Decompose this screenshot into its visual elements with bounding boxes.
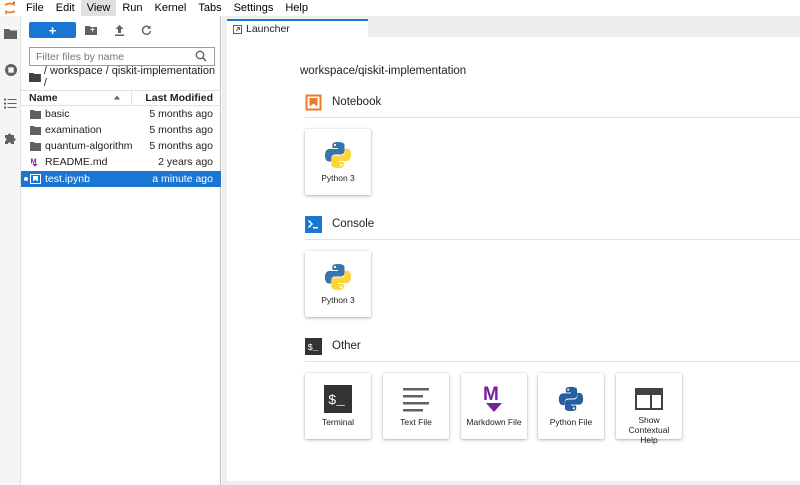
section-divider [305, 361, 800, 362]
upload-icon[interactable] [111, 22, 127, 38]
file-row[interactable]: basic 5 months ago [21, 106, 221, 122]
launcher-cwd: workspace/qiskit-implementation [300, 65, 467, 77]
menu-kernel[interactable]: Kernel [149, 0, 193, 16]
file-browser-toolbar: + [21, 16, 221, 44]
card-label: Terminal [321, 417, 355, 427]
menu-run[interactable]: Run [116, 0, 148, 16]
file-row[interactable]: M README.md 2 years ago [21, 154, 221, 170]
terminal-icon: $_ [305, 337, 322, 355]
card-label: Markdown File [466, 417, 522, 427]
section-divider [305, 239, 800, 240]
file-modified: 5 months ago [149, 108, 213, 120]
menu-edit[interactable]: Edit [50, 0, 81, 16]
menu-settings[interactable]: Settings [228, 0, 280, 16]
main-dock-area: Launcher workspace/qiskit-implementation… [222, 16, 800, 485]
breadcrumb-path[interactable]: / workspace / qiskit-implementation / [44, 65, 220, 89]
menubar: File Edit View Run Kernel Tabs Settings … [0, 0, 800, 16]
breadcrumb: / workspace / qiskit-implementation / [29, 65, 220, 89]
status-strip [222, 481, 800, 485]
file-name: README.md [45, 156, 108, 168]
console-python3-card[interactable]: Python 3 [305, 251, 371, 317]
file-name: test.ipynb [45, 173, 90, 185]
section-divider [305, 117, 800, 118]
menu-tabs[interactable]: Tabs [192, 0, 227, 16]
python-file-card[interactable]: Python File [538, 373, 604, 439]
folder-icon [30, 110, 41, 119]
plus-icon: + [48, 22, 57, 38]
file-name: quantum-algorithm [45, 140, 133, 152]
python-logo-icon [320, 259, 356, 295]
refresh-icon[interactable] [138, 22, 154, 38]
new-launcher-button[interactable]: + [29, 22, 76, 38]
menu-help[interactable]: Help [279, 0, 314, 16]
name-column-header[interactable]: Name [29, 92, 58, 104]
jupyterlab-window: File Edit View Run Kernel Tabs Settings … [0, 0, 800, 485]
column-divider[interactable] [131, 91, 132, 105]
section-title: Console [332, 218, 375, 230]
file-row-selected[interactable]: test.ipynb a minute ago [21, 171, 221, 187]
file-modified: 2 years ago [158, 156, 213, 168]
filter-files-input[interactable] [30, 48, 190, 65]
card-label: Show Contextual Help [628, 415, 670, 445]
launcher-panel: workspace/qiskit-implementation Notebook [227, 37, 800, 481]
toc-icon[interactable] [2, 95, 19, 112]
file-name: examination [45, 124, 102, 136]
terminal-icon: $_ [320, 381, 356, 417]
file-modified: a minute ago [152, 173, 213, 185]
text-file-card[interactable]: Text File [383, 373, 449, 439]
section-title: Other [332, 340, 361, 352]
menu-file[interactable]: File [20, 0, 50, 16]
section-other: $_ Other [305, 337, 361, 355]
jupyter-logo-icon [0, 0, 20, 16]
svg-text:$_: $_ [328, 393, 345, 409]
file-modified: 5 months ago [149, 124, 213, 136]
terminal-card[interactable]: $_ Terminal [305, 373, 371, 439]
card-label: Python 3 [321, 173, 355, 183]
section-title: Notebook [332, 96, 382, 108]
last-modified-column-header[interactable]: Last Modified [145, 92, 213, 104]
launcher-icon [233, 24, 242, 34]
markdown-icon: M [31, 157, 38, 167]
notebook-python3-card[interactable]: Python 3 [305, 129, 371, 195]
folder-icon[interactable] [2, 25, 19, 42]
tab-bar: Launcher [222, 16, 800, 37]
markdown-file-card[interactable]: M Markdown File [461, 373, 527, 439]
file-list-header: Name Last Modified [21, 90, 221, 106]
tab-launcher[interactable]: Launcher [227, 19, 368, 37]
file-row[interactable]: quantum-algorithm 5 months ago [21, 138, 221, 154]
activity-bar [0, 16, 21, 485]
card-label: Text File [400, 417, 432, 427]
folder-icon [30, 126, 41, 135]
card-label: Python File [549, 417, 593, 427]
extension-icon[interactable] [2, 130, 19, 147]
running-icon[interactable] [2, 61, 19, 78]
file-name: basic [45, 108, 70, 120]
file-row[interactable]: examination 5 months ago [21, 122, 221, 138]
section-console: Console [305, 215, 374, 233]
console-icon [305, 215, 322, 233]
file-modified: 5 months ago [149, 140, 213, 152]
folder-icon [30, 142, 41, 151]
tab-label: Launcher [246, 23, 290, 35]
contextual-help-icon [631, 381, 667, 417]
menu-view[interactable]: View [80, 0, 117, 16]
folder-icon[interactable] [29, 72, 41, 82]
python-logo-icon [553, 381, 589, 417]
running-indicator-icon [24, 177, 28, 181]
sort-ascending-icon[interactable] [113, 94, 121, 102]
svg-text:M: M [483, 384, 499, 405]
svg-text:$_: $_ [308, 343, 319, 353]
contextual-help-card[interactable]: Show Contextual Help [616, 373, 682, 445]
notebook-icon [30, 174, 41, 184]
filter-files-box [29, 47, 215, 66]
new-folder-icon[interactable] [83, 22, 99, 38]
text-file-icon [398, 381, 434, 417]
file-browser-panel: + / workspace / qiskit-implementation / … [21, 16, 221, 485]
search-icon [195, 50, 208, 63]
markdown-icon: M [476, 381, 512, 417]
notebook-icon [305, 94, 322, 111]
section-notebook: Notebook [305, 93, 381, 111]
python-logo-icon [320, 137, 356, 173]
card-label: Python 3 [321, 295, 355, 305]
